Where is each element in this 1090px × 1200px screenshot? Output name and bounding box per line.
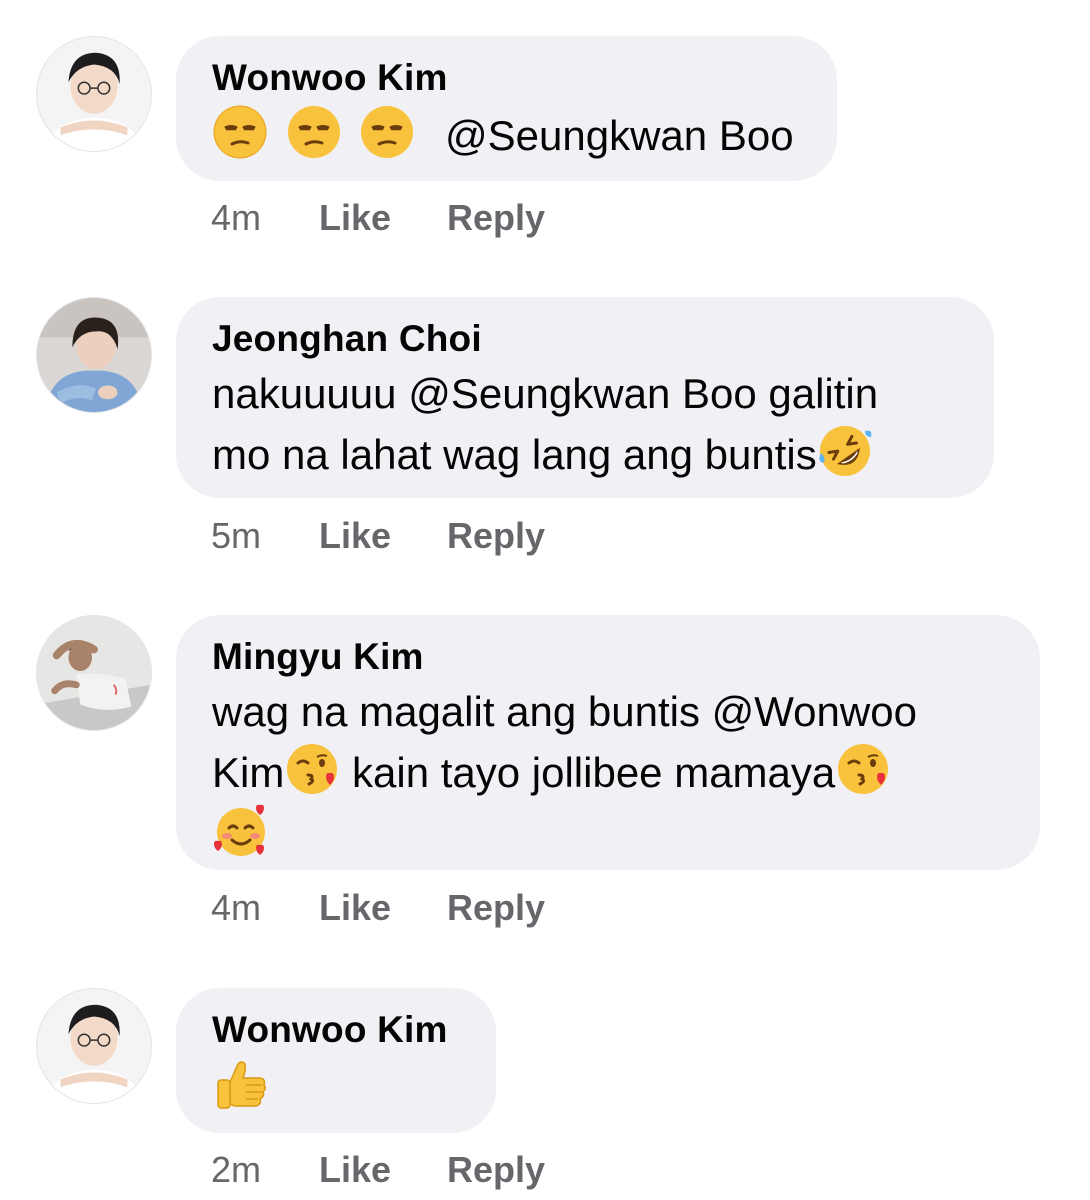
comment-actions: 4m Like Reply bbox=[211, 198, 545, 238]
comment-text-segment: mo na lahat wag lang ang buntis bbox=[212, 431, 817, 478]
mention-link[interactable]: @Wonwoo bbox=[712, 688, 917, 735]
comment-author[interactable]: Mingyu Kim bbox=[212, 635, 1006, 679]
avatar[interactable] bbox=[36, 36, 152, 152]
mention-link[interactable]: @Seungkwan Boo bbox=[445, 112, 794, 159]
avatar[interactable] bbox=[36, 988, 152, 1104]
thumbs-up-emoji-icon bbox=[212, 1056, 270, 1114]
comment-text-segment: galitin bbox=[756, 370, 879, 417]
like-button[interactable]: Like bbox=[319, 1150, 447, 1190]
comment-actions: 5m Like Reply bbox=[211, 516, 545, 556]
reply-button[interactable]: Reply bbox=[447, 516, 545, 556]
comment-timestamp[interactable]: 2m bbox=[211, 1150, 319, 1190]
comment-author[interactable]: Jeonghan Choi bbox=[212, 317, 960, 361]
like-button[interactable]: Like bbox=[319, 516, 447, 556]
user-photo-avatar-icon bbox=[37, 989, 151, 1103]
user-photo-avatar-icon bbox=[37, 37, 151, 151]
comment-text-segment: kain tayo jollibee mamaya bbox=[340, 749, 836, 796]
avatar[interactable] bbox=[36, 615, 152, 731]
comment-timestamp[interactable]: 4m bbox=[211, 888, 319, 928]
rolling-on-floor-laughing-emoji-icon bbox=[817, 423, 873, 479]
mention-link[interactable]: Kim bbox=[212, 749, 284, 796]
comment-text: wag na magalit ang buntis @Wonwoo Kim ka… bbox=[212, 683, 1006, 865]
smiling-face-with-hearts-emoji-icon bbox=[212, 802, 270, 860]
comment-timestamp[interactable]: 4m bbox=[211, 198, 319, 238]
reply-button[interactable]: Reply bbox=[447, 888, 545, 928]
unamused-face-emoji-icon bbox=[359, 104, 415, 160]
user-photo-avatar-icon bbox=[37, 616, 151, 730]
comment-author[interactable]: Wonwoo Kim bbox=[212, 1008, 462, 1052]
comment-text-segment: wag na magalit ang buntis bbox=[212, 688, 712, 735]
like-button[interactable]: Like bbox=[319, 888, 447, 928]
user-photo-avatar-icon bbox=[37, 298, 151, 412]
comment-text: nakuuuuu @Seungkwan Boo galitin mo na la… bbox=[212, 365, 960, 484]
comment-bubble: Wonwoo Kim bbox=[176, 988, 496, 1133]
face-blowing-kiss-emoji-icon bbox=[835, 741, 891, 797]
comment-text bbox=[212, 1056, 462, 1119]
unamused-face-emoji-icon bbox=[212, 104, 268, 160]
mention-link[interactable]: @Seungkwan Boo bbox=[408, 370, 757, 417]
avatar[interactable] bbox=[36, 297, 152, 413]
reply-button[interactable]: Reply bbox=[447, 1150, 545, 1190]
comment-timestamp[interactable]: 5m bbox=[211, 516, 319, 556]
comment-text-segment: nakuuuuu bbox=[212, 370, 409, 417]
comment-bubble: Jeonghan Choi nakuuuuu @Seungkwan Boo ga… bbox=[176, 297, 994, 498]
unamused-face-emoji-icon bbox=[286, 104, 342, 160]
reply-button[interactable]: Reply bbox=[447, 198, 545, 238]
comment-text: @Seungkwan Boo bbox=[212, 104, 803, 165]
comment-actions: 2m Like Reply bbox=[211, 1150, 545, 1190]
face-blowing-kiss-emoji-icon bbox=[284, 741, 340, 797]
comment-actions: 4m Like Reply bbox=[211, 888, 545, 928]
comment-bubble: Mingyu Kim wag na magalit ang buntis @Wo… bbox=[176, 615, 1040, 870]
like-button[interactable]: Like bbox=[319, 198, 447, 238]
comment-author[interactable]: Wonwoo Kim bbox=[212, 56, 803, 100]
comment-bubble: Wonwoo Kim @Seungkwan Boo bbox=[176, 36, 837, 181]
